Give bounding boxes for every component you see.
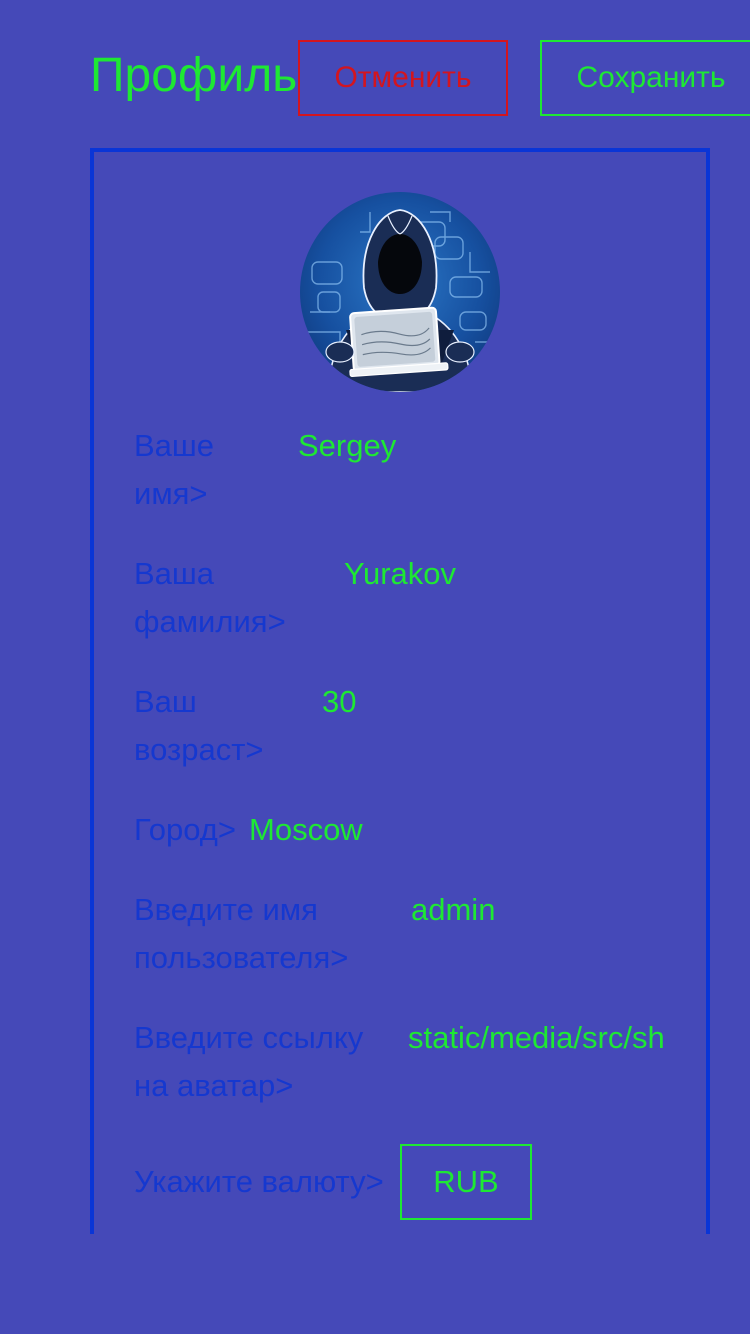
last-name-label-line1: Ваша — [134, 556, 215, 591]
last-name-label: Ваша фамилия> — [134, 550, 286, 646]
page-title: Профиль — [90, 49, 298, 102]
first-name-field: Ваше имя> Sergey — [134, 422, 674, 518]
avatar-link-label-line1: Введите ссылку — [134, 1020, 364, 1055]
city-field: Город> Moscow — [134, 806, 674, 854]
currency-select[interactable]: RUB — [400, 1144, 532, 1220]
hacker-avatar-icon — [308, 209, 495, 392]
age-label: Ваш возраст> — [134, 678, 264, 774]
first-name-label-line1: Ваше — [134, 428, 215, 463]
last-name-label-line2: фамилия> — [134, 604, 286, 639]
username-label: Введите имя пользователя> — [134, 886, 348, 982]
avatar-link-label: Введите ссылку на аватар> — [134, 1014, 363, 1110]
first-name-label-line2: имя> — [134, 476, 208, 511]
username-label-line1: Введите имя — [134, 892, 318, 927]
avatar-link-label-line2: на аватар> — [134, 1068, 294, 1103]
avatar — [300, 192, 500, 392]
city-input[interactable]: Moscow — [249, 806, 363, 854]
currency-field: Укажите валюту> RUB — [134, 1144, 674, 1224]
header: Профиль Отменить Сохранить — [0, 0, 750, 150]
username-field: Введите имя пользователя> admin — [134, 886, 674, 982]
city-label: Город> — [134, 812, 236, 847]
last-name-field: Ваша фамилия> Yurakov — [134, 550, 674, 646]
age-field: Ваш возраст> 30 — [134, 678, 674, 774]
save-button[interactable]: Сохранить — [540, 40, 750, 116]
age-label-line2: возраст> — [134, 732, 264, 767]
cancel-button[interactable]: Отменить — [298, 40, 508, 116]
age-label-line1: Ваш — [134, 684, 197, 719]
profile-card: Ваше имя> Sergey Ваша фамилия> Yurakov В… — [90, 148, 710, 1234]
username-input[interactable]: admin — [411, 886, 495, 934]
currency-label: Укажите валюту> — [134, 1164, 384, 1199]
last-name-input[interactable]: Yurakov — [344, 550, 456, 598]
first-name-input[interactable]: Sergey — [298, 422, 396, 470]
username-label-line2: пользователя> — [134, 940, 349, 975]
first-name-label: Ваше имя> — [134, 422, 214, 518]
avatar-link-field: Введите ссылку на аватар> static/media/s… — [134, 1014, 674, 1110]
age-input[interactable]: 30 — [322, 678, 356, 726]
avatar-link-input[interactable]: static/media/src/sh — [408, 1014, 665, 1062]
